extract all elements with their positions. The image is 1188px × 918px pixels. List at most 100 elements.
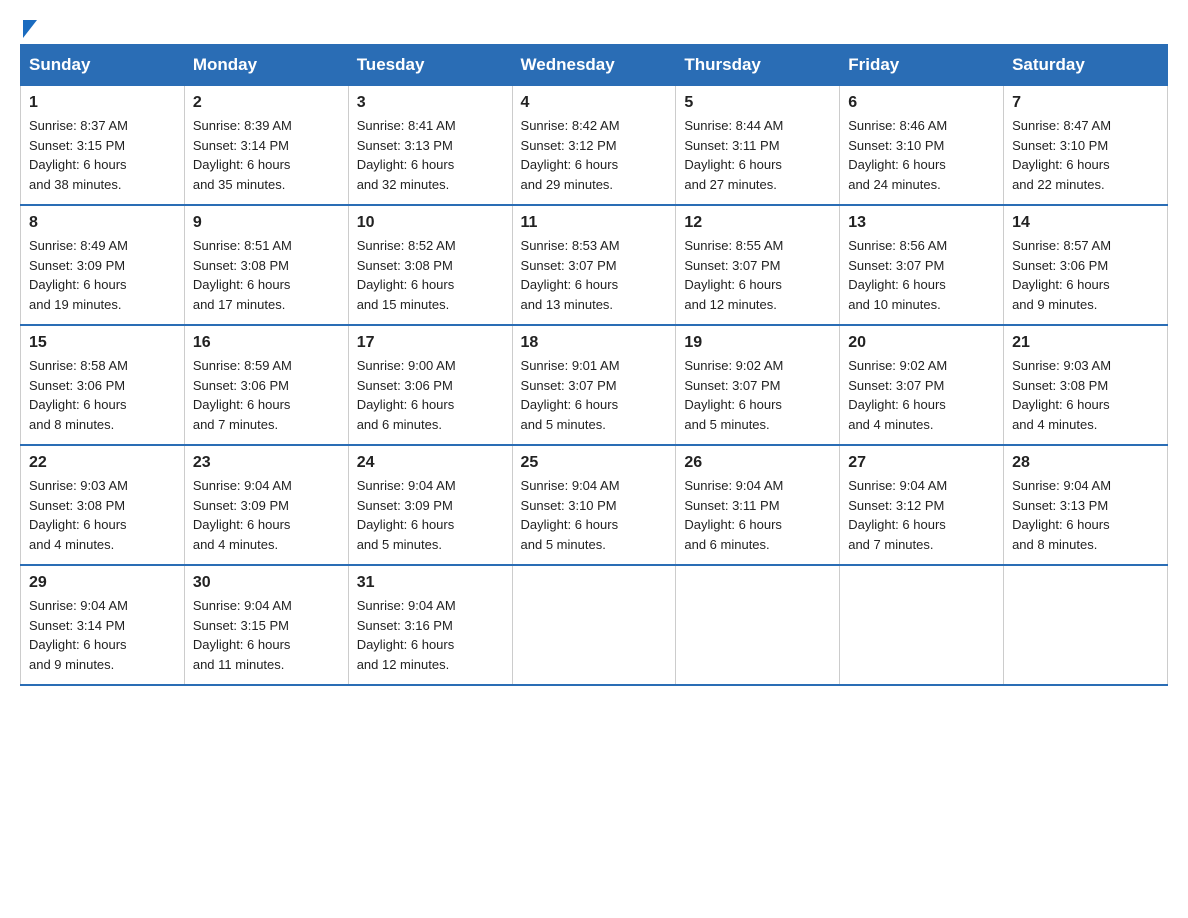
calendar-day-cell: 13 Sunrise: 8:56 AMSunset: 3:07 PMDayligh…	[840, 205, 1004, 325]
day-number: 14	[1012, 214, 1159, 232]
column-header-tuesday: Tuesday	[348, 45, 512, 86]
day-number: 2	[193, 94, 340, 112]
day-number: 22	[29, 454, 176, 472]
day-info: Sunrise: 8:46 AMSunset: 3:10 PMDaylight:…	[848, 116, 995, 194]
day-info: Sunrise: 8:44 AMSunset: 3:11 PMDaylight:…	[684, 116, 831, 194]
column-header-sunday: Sunday	[21, 45, 185, 86]
day-number: 8	[29, 214, 176, 232]
day-number: 17	[357, 334, 504, 352]
day-info: Sunrise: 9:01 AMSunset: 3:07 PMDaylight:…	[521, 356, 668, 434]
calendar-day-cell: 31Sunrise: 9:04 AMSunset: 3:16 PMDayligh…	[348, 565, 512, 685]
day-number: 10	[357, 214, 504, 232]
day-info: Sunrise: 9:04 AMSunset: 3:10 PMDaylight:…	[521, 476, 668, 554]
column-header-saturday: Saturday	[1004, 45, 1168, 86]
calendar-day-cell: 25 Sunrise: 9:04 AMSunset: 3:10 PMDayligh…	[512, 445, 676, 565]
calendar-day-cell: 16Sunrise: 8:59 AMSunset: 3:06 PMDayligh…	[184, 325, 348, 445]
calendar-day-cell: 26 Sunrise: 9:04 AMSunset: 3:11 PMDayligh…	[676, 445, 840, 565]
calendar-week-row: 8 Sunrise: 8:49 AMSunset: 3:09 PMDaylight…	[21, 205, 1168, 325]
day-info: Sunrise: 9:04 AMSunset: 3:12 PMDaylight:…	[848, 476, 995, 554]
calendar-day-cell: 7 Sunrise: 8:47 AMSunset: 3:10 PMDaylight…	[1004, 86, 1168, 206]
day-number: 1	[29, 94, 176, 112]
calendar-day-cell: 23 Sunrise: 9:04 AMSunset: 3:09 PMDayligh…	[184, 445, 348, 565]
calendar-day-cell: 15 Sunrise: 8:58 AMSunset: 3:06 PMDayligh…	[21, 325, 185, 445]
day-number: 12	[684, 214, 831, 232]
calendar-week-row: 29 Sunrise: 9:04 AMSunset: 3:14 PMDayligh…	[21, 565, 1168, 685]
day-number: 25	[521, 454, 668, 472]
calendar-day-cell: 6Sunrise: 8:46 AMSunset: 3:10 PMDaylight…	[840, 86, 1004, 206]
calendar-day-cell: 18Sunrise: 9:01 AMSunset: 3:07 PMDayligh…	[512, 325, 676, 445]
calendar-table: SundayMondayTuesdayWednesdayThursdayFrid…	[20, 44, 1168, 686]
day-number: 9	[193, 214, 340, 232]
day-number: 15	[29, 334, 176, 352]
day-info: Sunrise: 8:49 AMSunset: 3:09 PMDaylight:…	[29, 236, 176, 314]
day-info: Sunrise: 9:00 AMSunset: 3:06 PMDaylight:…	[357, 356, 504, 434]
day-info: Sunrise: 8:56 AMSunset: 3:07 PMDaylight:…	[848, 236, 995, 314]
day-info: Sunrise: 8:39 AMSunset: 3:14 PMDaylight:…	[193, 116, 340, 194]
calendar-day-cell: 1Sunrise: 8:37 AMSunset: 3:15 PMDaylight…	[21, 86, 185, 206]
calendar-empty-cell	[840, 565, 1004, 685]
calendar-day-cell: 28 Sunrise: 9:04 AMSunset: 3:13 PMDayligh…	[1004, 445, 1168, 565]
calendar-day-cell: 5 Sunrise: 8:44 AMSunset: 3:11 PMDaylight…	[676, 86, 840, 206]
day-number: 5	[684, 94, 831, 112]
calendar-day-cell: 30 Sunrise: 9:04 AMSunset: 3:15 PMDayligh…	[184, 565, 348, 685]
calendar-header-row: SundayMondayTuesdayWednesdayThursdayFrid…	[21, 45, 1168, 86]
calendar-day-cell: 22 Sunrise: 9:03 AMSunset: 3:08 PMDayligh…	[21, 445, 185, 565]
calendar-day-cell: 4Sunrise: 8:42 AMSunset: 3:12 PMDaylight…	[512, 86, 676, 206]
calendar-week-row: 15 Sunrise: 8:58 AMSunset: 3:06 PMDayligh…	[21, 325, 1168, 445]
day-number: 3	[357, 94, 504, 112]
calendar-week-row: 1Sunrise: 8:37 AMSunset: 3:15 PMDaylight…	[21, 86, 1168, 206]
day-info: Sunrise: 9:03 AMSunset: 3:08 PMDaylight:…	[1012, 356, 1159, 434]
day-number: 16	[193, 334, 340, 352]
day-info: Sunrise: 9:04 AMSunset: 3:11 PMDaylight:…	[684, 476, 831, 554]
day-info: Sunrise: 8:52 AMSunset: 3:08 PMDaylight:…	[357, 236, 504, 314]
page-header	[20, 20, 1168, 34]
day-number: 20	[848, 334, 995, 352]
day-info: Sunrise: 9:04 AMSunset: 3:09 PMDaylight:…	[193, 476, 340, 554]
day-info: Sunrise: 9:04 AMSunset: 3:09 PMDaylight:…	[357, 476, 504, 554]
column-header-monday: Monday	[184, 45, 348, 86]
calendar-day-cell: 24 Sunrise: 9:04 AMSunset: 3:09 PMDayligh…	[348, 445, 512, 565]
calendar-day-cell: 21Sunrise: 9:03 AMSunset: 3:08 PMDayligh…	[1004, 325, 1168, 445]
day-number: 7	[1012, 94, 1159, 112]
day-number: 26	[684, 454, 831, 472]
day-info: Sunrise: 8:55 AMSunset: 3:07 PMDaylight:…	[684, 236, 831, 314]
day-info: Sunrise: 9:03 AMSunset: 3:08 PMDaylight:…	[29, 476, 176, 554]
calendar-day-cell: 12 Sunrise: 8:55 AMSunset: 3:07 PMDayligh…	[676, 205, 840, 325]
calendar-day-cell: 8 Sunrise: 8:49 AMSunset: 3:09 PMDaylight…	[21, 205, 185, 325]
day-number: 28	[1012, 454, 1159, 472]
day-info: Sunrise: 9:02 AMSunset: 3:07 PMDaylight:…	[848, 356, 995, 434]
day-info: Sunrise: 9:04 AMSunset: 3:13 PMDaylight:…	[1012, 476, 1159, 554]
calendar-day-cell: 19 Sunrise: 9:02 AMSunset: 3:07 PMDayligh…	[676, 325, 840, 445]
calendar-day-cell: 11Sunrise: 8:53 AMSunset: 3:07 PMDayligh…	[512, 205, 676, 325]
logo-general-text	[20, 20, 37, 34]
day-number: 19	[684, 334, 831, 352]
day-info: Sunrise: 8:51 AMSunset: 3:08 PMDaylight:…	[193, 236, 340, 314]
calendar-day-cell: 27 Sunrise: 9:04 AMSunset: 3:12 PMDayligh…	[840, 445, 1004, 565]
day-info: Sunrise: 9:04 AMSunset: 3:15 PMDaylight:…	[193, 596, 340, 674]
day-number: 13	[848, 214, 995, 232]
calendar-week-row: 22 Sunrise: 9:03 AMSunset: 3:08 PMDayligh…	[21, 445, 1168, 565]
day-info: Sunrise: 9:04 AMSunset: 3:16 PMDaylight:…	[357, 596, 504, 674]
column-header-thursday: Thursday	[676, 45, 840, 86]
calendar-day-cell: 10 Sunrise: 8:52 AMSunset: 3:08 PMDayligh…	[348, 205, 512, 325]
day-number: 29	[29, 574, 176, 592]
day-info: Sunrise: 9:02 AMSunset: 3:07 PMDaylight:…	[684, 356, 831, 434]
logo-arrow-icon	[23, 20, 37, 38]
day-info: Sunrise: 8:57 AMSunset: 3:06 PMDaylight:…	[1012, 236, 1159, 314]
calendar-empty-cell	[676, 565, 840, 685]
day-info: Sunrise: 9:04 AMSunset: 3:14 PMDaylight:…	[29, 596, 176, 674]
column-header-wednesday: Wednesday	[512, 45, 676, 86]
calendar-day-cell: 29 Sunrise: 9:04 AMSunset: 3:14 PMDayligh…	[21, 565, 185, 685]
logo	[20, 20, 37, 34]
day-info: Sunrise: 8:47 AMSunset: 3:10 PMDaylight:…	[1012, 116, 1159, 194]
day-number: 27	[848, 454, 995, 472]
day-info: Sunrise: 8:53 AMSunset: 3:07 PMDaylight:…	[521, 236, 668, 314]
calendar-empty-cell	[1004, 565, 1168, 685]
day-info: Sunrise: 8:58 AMSunset: 3:06 PMDaylight:…	[29, 356, 176, 434]
calendar-day-cell: 17 Sunrise: 9:00 AMSunset: 3:06 PMDayligh…	[348, 325, 512, 445]
day-number: 30	[193, 574, 340, 592]
day-number: 24	[357, 454, 504, 472]
calendar-day-cell: 2 Sunrise: 8:39 AMSunset: 3:14 PMDaylight…	[184, 86, 348, 206]
day-info: Sunrise: 8:41 AMSunset: 3:13 PMDaylight:…	[357, 116, 504, 194]
day-number: 23	[193, 454, 340, 472]
